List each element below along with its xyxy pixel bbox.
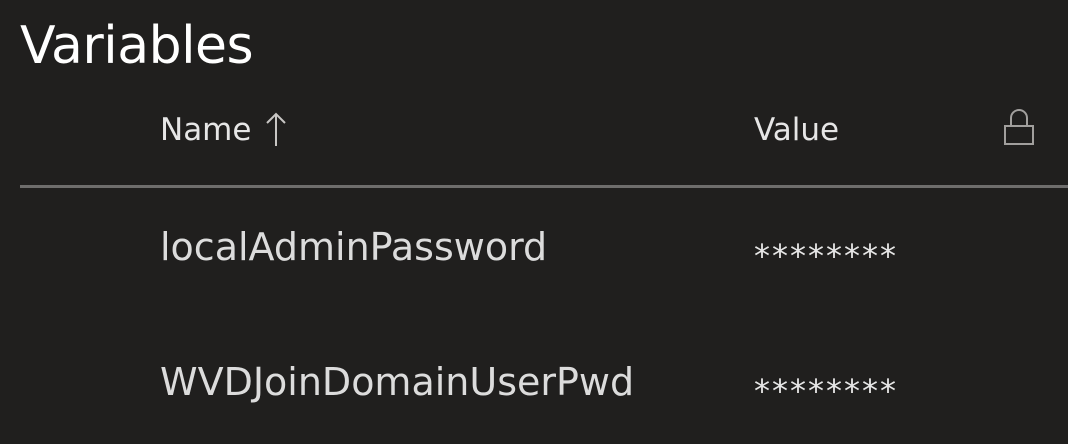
variables-panel: Variables Name Value localAdminPassword … — [0, 0, 1068, 444]
table-header: Name Value — [0, 100, 1068, 162]
variable-name: localAdminPassword — [160, 225, 548, 269]
column-header-value-label: Value — [754, 112, 840, 148]
column-header-value[interactable]: Value — [754, 108, 839, 152]
arrow-up-icon — [265, 110, 287, 150]
variable-value: ******** — [754, 372, 898, 410]
table-row[interactable]: WVDJoinDomainUserPwd ******** — [0, 357, 1068, 444]
variable-name: WVDJoinDomainUserPwd — [160, 360, 635, 404]
lock-icon — [1002, 106, 1036, 148]
column-header-name-label: Name — [160, 112, 252, 148]
table-row[interactable]: localAdminPassword ******** — [0, 222, 1068, 322]
column-header-name[interactable]: Name — [160, 108, 287, 152]
header-divider — [20, 185, 1068, 188]
variable-value: ******** — [754, 237, 898, 275]
page-title: Variables — [20, 16, 254, 76]
